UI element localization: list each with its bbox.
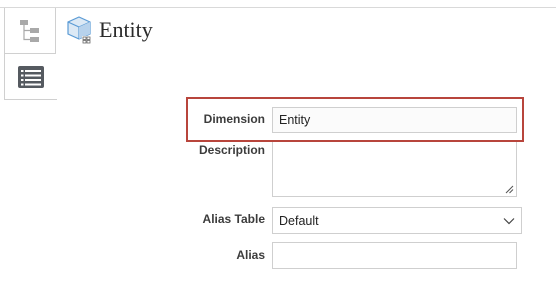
cube-entity-icon bbox=[67, 16, 93, 44]
dimension-value: Entity bbox=[279, 113, 311, 127]
dimension-field[interactable]: Entity bbox=[272, 107, 517, 133]
page-header: Entity bbox=[66, 14, 153, 46]
dimension-properties-panel: Entity Dimension Description Alias Table… bbox=[0, 0, 556, 302]
hierarchy-tree-icon bbox=[20, 19, 39, 42]
alias-label: Alias bbox=[236, 248, 265, 262]
description-label: Description bbox=[198, 143, 265, 157]
properties-list-icon bbox=[17, 65, 44, 88]
alias-table-label: Alias Table bbox=[202, 212, 265, 226]
page-title: Entity bbox=[99, 17, 153, 42]
chevron-down-icon bbox=[503, 217, 515, 224]
tab-hierarchy[interactable] bbox=[4, 8, 56, 54]
alias-table-select[interactable]: Default bbox=[272, 207, 522, 234]
tab-properties[interactable] bbox=[4, 54, 56, 100]
description-textarea[interactable] bbox=[272, 141, 517, 197]
alias-field[interactable] bbox=[272, 242, 517, 269]
tab-divider bbox=[56, 99, 57, 100]
top-divider bbox=[0, 7, 556, 8]
resize-grip-icon[interactable] bbox=[505, 185, 514, 194]
alias-table-value: Default bbox=[279, 213, 319, 228]
dimension-label: Dimension bbox=[203, 112, 265, 126]
